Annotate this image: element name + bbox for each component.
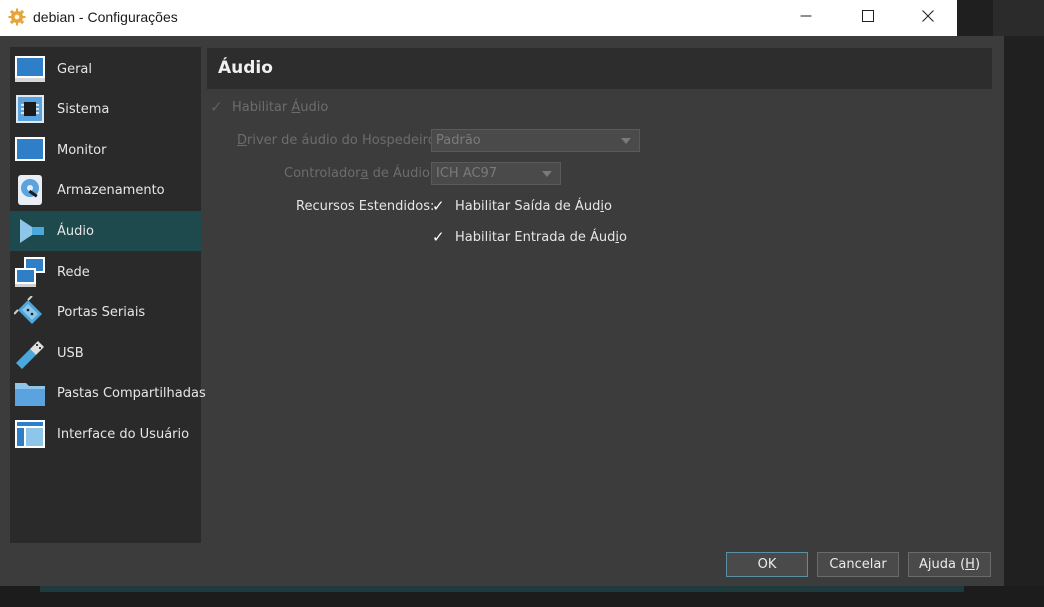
enable-audio-checkbox[interactable]: Habilitar Áudio xyxy=(232,100,328,115)
maximize-button[interactable] xyxy=(845,0,891,36)
chevron-down-icon xyxy=(621,138,631,144)
page-header: Áudio xyxy=(207,48,992,89)
minimize-icon xyxy=(800,10,812,26)
sidebar-item-usb[interactable]: USB xyxy=(10,333,201,373)
usb-icon xyxy=(14,337,46,369)
sidebar-item-label: Portas Seriais xyxy=(57,304,146,320)
checkmark-icon: ✓ xyxy=(210,98,223,116)
settings-window: Geral Sistema Monitor Armazenamento Áudi xyxy=(0,36,1004,586)
title-bar: debian - Configurações xyxy=(0,0,957,36)
sidebar-item-pastas-compartilhadas[interactable]: Pastas Compartilhadas xyxy=(10,373,206,413)
sidebar-item-sistema[interactable]: Sistema xyxy=(10,89,201,129)
sidebar-item-monitor[interactable]: Monitor xyxy=(10,130,201,170)
chip-icon xyxy=(14,93,46,125)
ok-button[interactable]: OK xyxy=(726,552,808,577)
ui-window-icon xyxy=(14,418,46,450)
minimize-button[interactable] xyxy=(783,0,829,36)
window-title: debian - Configurações xyxy=(33,9,178,25)
audio-controller-select[interactable]: ICH AC97 xyxy=(431,162,561,185)
audio-controller-label: Controladora de Áudio: xyxy=(284,166,435,181)
help-button[interactable]: Ajuda (H) xyxy=(908,552,991,577)
checkmark-icon: ✓ xyxy=(432,197,445,215)
sidebar-item-geral[interactable]: Geral xyxy=(10,49,201,89)
sidebar-item-armazenamento[interactable]: Armazenamento xyxy=(10,170,201,210)
sidebar-item-portas-seriais[interactable]: Portas Seriais xyxy=(10,292,201,332)
speaker-icon xyxy=(14,215,46,247)
sidebar-item-label: Áudio xyxy=(57,223,94,239)
sidebar-item-label: Monitor xyxy=(57,142,107,158)
display-icon xyxy=(14,134,46,166)
page-title: Áudio xyxy=(218,58,273,78)
enable-audio-output-checkbox[interactable]: Habilitar Saída de Áudio xyxy=(455,199,612,214)
sidebar-item-label: Interface do Usuário xyxy=(57,426,190,442)
disk-icon xyxy=(14,174,46,206)
serial-port-icon xyxy=(14,296,46,328)
host-driver-label: Driver de áudio do Hospedeiro: xyxy=(237,133,441,148)
desktop-background-right xyxy=(1004,36,1044,607)
checkmark-icon: ✓ xyxy=(432,228,445,246)
settings-sidebar: Geral Sistema Monitor Armazenamento Áudi xyxy=(10,47,206,543)
enable-audio-input-checkbox[interactable]: Habilitar Entrada de Áudio xyxy=(455,230,627,245)
sidebar-item-label: Pastas Compartilhadas xyxy=(57,385,206,401)
host-driver-value: Padrão xyxy=(436,133,481,148)
sidebar-item-label: Sistema xyxy=(57,101,110,117)
sidebar-item-rede[interactable]: Rede xyxy=(10,252,201,292)
gear-app-icon xyxy=(8,8,26,26)
sidebar-item-interface-do-usuario[interactable]: Interface do Usuário xyxy=(10,414,201,454)
maximize-icon xyxy=(862,10,874,26)
extended-features-label: Recursos Estendidos: xyxy=(296,199,435,214)
cancel-button[interactable]: Cancelar xyxy=(817,552,899,577)
sidebar-item-label: USB xyxy=(57,345,84,361)
close-button[interactable] xyxy=(905,0,951,36)
desktop-background-strip xyxy=(993,0,1044,36)
sidebar-item-audio[interactable]: Áudio xyxy=(10,211,201,251)
sidebar-item-label: Rede xyxy=(57,264,90,280)
close-icon xyxy=(922,10,934,26)
monitor-general-icon xyxy=(14,53,46,85)
folder-icon xyxy=(14,377,46,409)
network-icon xyxy=(14,256,46,288)
chevron-down-icon xyxy=(542,171,552,177)
audio-controller-value: ICH AC97 xyxy=(436,166,498,181)
sidebar-item-label: Armazenamento xyxy=(57,182,165,198)
background-window-edge xyxy=(40,586,964,592)
host-driver-select[interactable]: Padrão xyxy=(431,129,640,152)
sidebar-item-label: Geral xyxy=(57,61,92,77)
